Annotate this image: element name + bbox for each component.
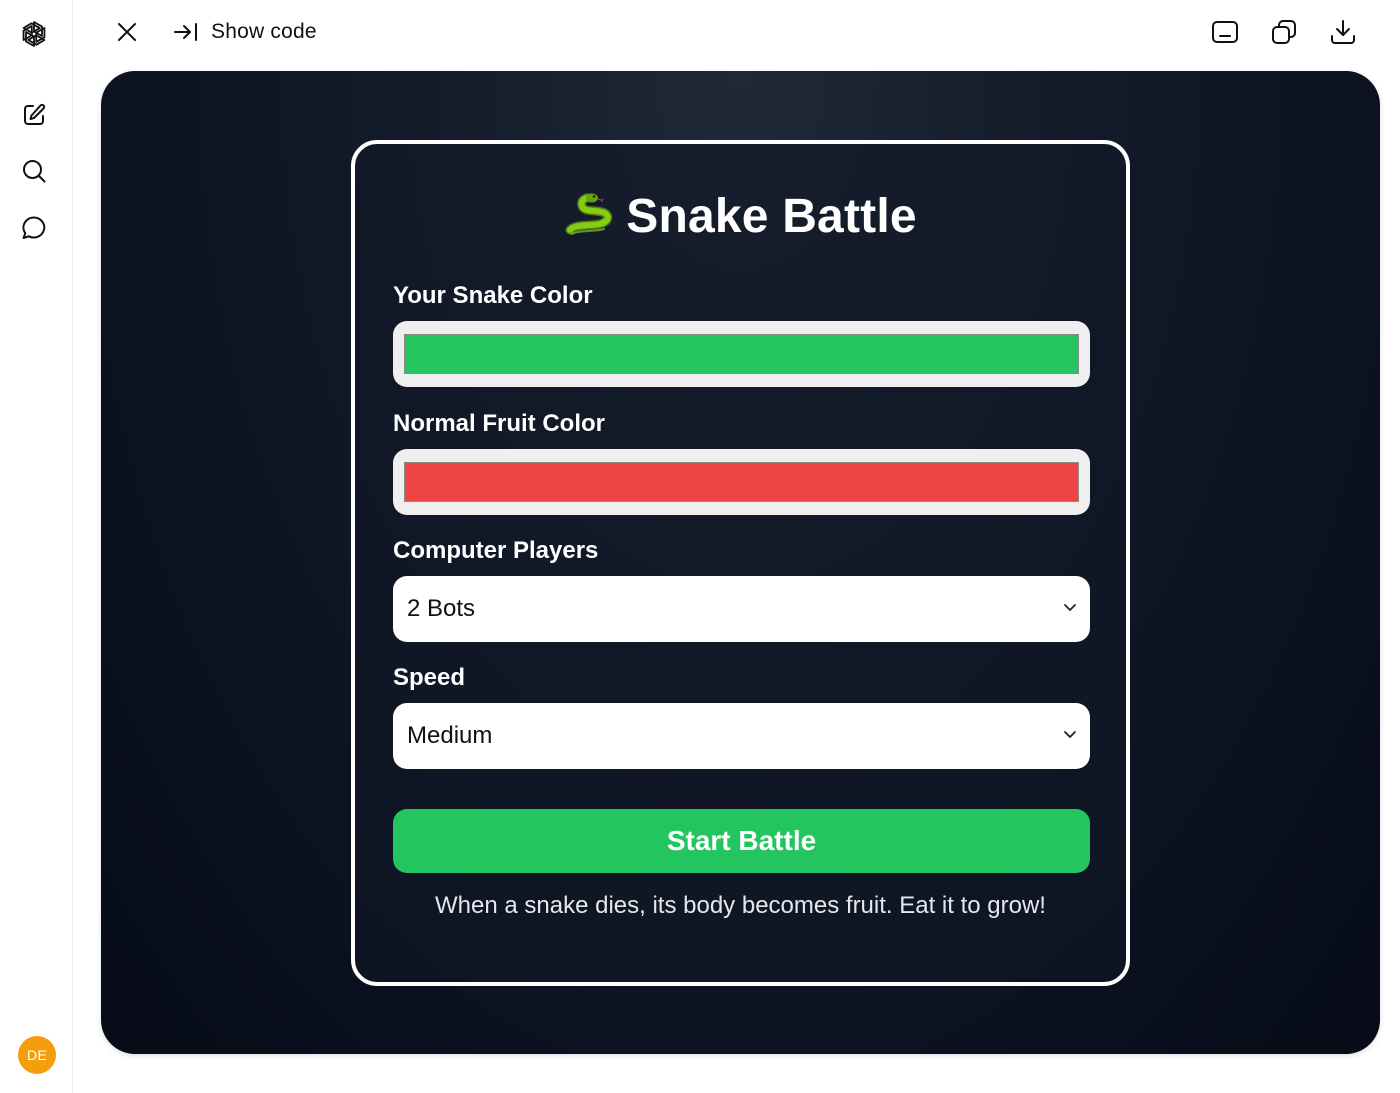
user-avatar[interactable]: DE (18, 1036, 56, 1074)
snake-emoji-icon (565, 193, 613, 235)
title-text: Snake Battle (626, 189, 917, 243)
show-code-label: Show code (211, 20, 317, 43)
download-icon[interactable] (1325, 14, 1361, 50)
game-hint-text: When a snake dies, its body becomes frui… (435, 892, 1046, 919)
show-code-button[interactable]: Show code (173, 14, 317, 50)
game-setup-card: Snake Battle Your Snake Color Normal Fru… (351, 140, 1130, 986)
arrow-right-to-line-icon (174, 23, 197, 41)
app-window: DE Show code Snake Battle Your Snake Col… (0, 0, 1400, 1093)
copy-icon[interactable] (1266, 14, 1302, 50)
fruit-color-swatch (404, 462, 1079, 502)
search-icon[interactable] (14, 151, 54, 191)
start-battle-button[interactable]: Start Battle (393, 809, 1090, 873)
top-bar: Show code (73, 0, 1400, 66)
chat-bubble-icon[interactable] (14, 208, 54, 248)
computer-players-label: Computer Players (393, 537, 599, 564)
chevron-down-icon (1064, 731, 1076, 738)
computer-players-value: 2 Bots (407, 595, 476, 622)
speed-select[interactable]: Medium (393, 703, 1090, 769)
speed-label: Speed (393, 664, 466, 691)
snake-color-label: Your Snake Color (393, 282, 593, 309)
close-icon[interactable] (109, 14, 145, 50)
new-chat-icon[interactable] (14, 95, 54, 135)
fruit-color-label: Normal Fruit Color (393, 410, 606, 437)
speed-value: Medium (407, 722, 493, 749)
preview-panel-icon[interactable] (1207, 14, 1243, 50)
sidebar-rail: DE (0, 0, 73, 1093)
chevron-down-icon (1064, 604, 1076, 611)
preview-canvas: Snake Battle Your Snake Color Normal Fru… (101, 71, 1380, 1054)
computer-players-select[interactable]: 2 Bots (393, 576, 1090, 642)
snake-color-picker[interactable] (393, 321, 1090, 387)
fruit-color-picker[interactable] (393, 449, 1090, 515)
page-title: Snake Battle (355, 186, 1126, 246)
openai-logo-icon[interactable] (14, 14, 54, 54)
snake-color-swatch (404, 334, 1079, 374)
